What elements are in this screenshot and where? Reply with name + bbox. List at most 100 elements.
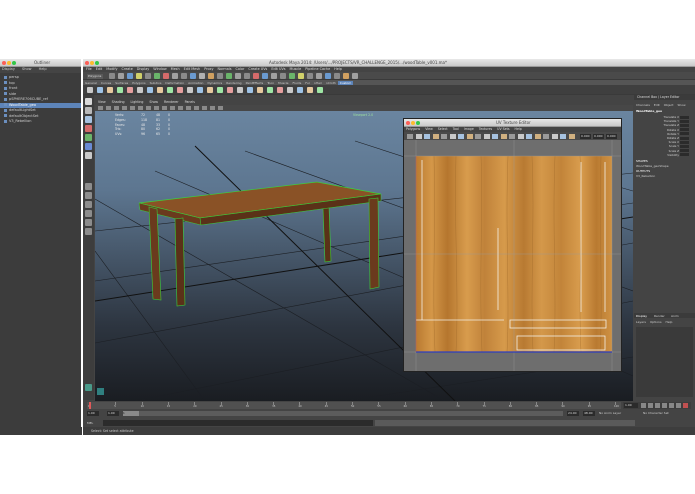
main-menu-edit-uvs[interactable]: Edit UVs	[271, 67, 285, 71]
main-menu-edit[interactable]: Edit	[96, 67, 103, 71]
resolution-gate-icon[interactable]	[146, 106, 151, 110]
separate-icon[interactable]	[207, 87, 213, 93]
vertex-mask-icon[interactable]	[298, 73, 304, 79]
hypershade-layout-icon[interactable]	[85, 228, 92, 235]
uv-editor-title-bar[interactable]: UV Texture Editor	[404, 119, 621, 127]
outliner-item-side[interactable]: side	[0, 92, 81, 97]
channel-attr-value-field[interactable]	[680, 123, 689, 127]
zoom-window-button[interactable]	[95, 61, 99, 65]
main-menu-mesh[interactable]: Mesh	[171, 67, 180, 71]
channel-attr-value-field[interactable]	[680, 115, 689, 119]
uv-menu-uv-sets[interactable]: UV Sets	[497, 127, 509, 131]
grid-uv-icon[interactable]	[517, 133, 524, 139]
scale-tool-icon[interactable]	[85, 143, 92, 150]
channel-attr-visibility[interactable]: Visibility	[634, 153, 691, 157]
unfold-icon[interactable]	[500, 133, 507, 139]
flip-u-icon[interactable]	[441, 133, 447, 139]
history-icon[interactable]	[217, 73, 223, 79]
wood-table-model[interactable]	[138, 181, 382, 307]
sidebar-toggle-icon[interactable]	[334, 73, 340, 79]
isolate-select-icon[interactable]	[210, 106, 215, 110]
viewport-menu-renderer[interactable]: Renderer	[164, 100, 179, 104]
main-menu-create-uvs[interactable]: Create UVs	[248, 67, 267, 71]
layer-tab-display[interactable]: Display	[636, 314, 647, 318]
camera-select-icon[interactable]	[98, 106, 103, 110]
outliner-item-psphere706cube-ref[interactable]: pSPHERE706CUBE_ref	[0, 97, 81, 102]
uv-menu-textures[interactable]: Textures	[479, 127, 492, 131]
uv-layout[interactable]	[404, 140, 621, 371]
render-settings-icon[interactable]	[244, 73, 250, 79]
viewport-menu-show[interactable]: Show	[149, 100, 158, 104]
edge-mask-icon[interactable]	[307, 73, 313, 79]
four-pane-layout-icon[interactable]	[85, 192, 92, 199]
channel-attr-value-field[interactable]	[680, 149, 689, 153]
mirror-icon[interactable]	[227, 87, 233, 93]
viewport-menu-lighting[interactable]: Lighting	[131, 100, 144, 104]
center-pivot-icon[interactable]	[297, 87, 303, 93]
main-menu-create[interactable]: Create	[122, 67, 133, 71]
render-icon[interactable]	[226, 73, 232, 79]
mel-command-input[interactable]	[103, 420, 373, 426]
hud-toggle-icon[interactable]	[218, 106, 223, 110]
merge-icon[interactable]	[157, 87, 163, 93]
auto-key-icon[interactable]	[683, 403, 688, 408]
go-to-end-icon[interactable]	[676, 403, 681, 408]
channel-attr-value-field[interactable]	[680, 128, 689, 132]
uv-select-icon[interactable]	[407, 133, 413, 139]
redo-icon[interactable]	[145, 73, 151, 79]
hypershade-icon[interactable]	[253, 73, 259, 79]
step-forward-icon[interactable]	[669, 403, 674, 408]
channel-attr-value-field[interactable]	[680, 140, 689, 144]
uv-menu-view[interactable]: View	[425, 127, 433, 131]
zoom-window-button[interactable]	[12, 61, 16, 65]
textured-icon[interactable]	[178, 106, 183, 110]
undo-icon[interactable]	[136, 73, 142, 79]
channel-menu-object[interactable]: Object	[664, 103, 674, 107]
main-menu-muscle[interactable]: Muscle	[290, 67, 302, 71]
minimize-window-button[interactable]	[411, 121, 415, 125]
tool-settings-icon[interactable]	[352, 73, 358, 79]
uv-planar-icon[interactable]	[237, 87, 243, 93]
command-language-label[interactable]: MEL	[87, 421, 93, 425]
playback-end-field[interactable]: 24.00	[567, 411, 579, 416]
snap-curve-icon[interactable]	[190, 73, 196, 79]
main-menu-pipeline-cache[interactable]: Pipeline Cache	[305, 67, 330, 71]
maya-title-bar[interactable]: Autodesk Maya 2014: /Users/.../PROJECTS/…	[83, 59, 695, 67]
uv-menu-polygons[interactable]: Polygons	[406, 127, 420, 131]
sphere-icon[interactable]	[97, 87, 103, 93]
save-scene-icon[interactable]	[127, 73, 133, 79]
uv-menu-tool[interactable]: Tool	[453, 127, 459, 131]
main-menu-modify[interactable]: Modify	[106, 67, 117, 71]
open-scene-icon[interactable]	[118, 73, 124, 79]
bevel-icon[interactable]	[137, 87, 143, 93]
align-v-icon[interactable]	[534, 133, 541, 139]
shadows-icon[interactable]	[194, 106, 199, 110]
new-scene-icon[interactable]	[109, 73, 115, 79]
insert-edge-loop-icon[interactable]	[177, 87, 183, 93]
select-hierarchy-icon[interactable]	[154, 73, 160, 79]
uv-scale-icon[interactable]	[432, 133, 439, 139]
checker-icon[interactable]	[551, 133, 558, 139]
outliner-title-bar[interactable]: Outliner	[0, 59, 81, 67]
flip-v-icon[interactable]	[449, 133, 456, 139]
close-window-button[interactable]	[2, 61, 6, 65]
lasso-tool-icon[interactable]	[85, 107, 92, 114]
viewport-menu-panels[interactable]: Panels	[185, 100, 195, 104]
outliner-item-persp[interactable]: persp	[0, 75, 81, 80]
rotate-tool-icon[interactable]	[85, 134, 92, 141]
film-gate-icon[interactable]	[138, 106, 143, 110]
face-mask-icon[interactable]	[316, 73, 322, 79]
uv-auto-icon[interactable]	[257, 87, 263, 93]
rotate-ccw-icon[interactable]	[458, 133, 464, 139]
snap-grid-icon[interactable]	[181, 73, 187, 79]
single-pane-layout-icon[interactable]	[85, 183, 92, 190]
go-to-start-icon[interactable]	[641, 403, 646, 408]
rotate-cw-icon[interactable]	[466, 133, 473, 139]
channel-attr-value-field[interactable]	[680, 144, 689, 148]
minimize-window-button[interactable]	[7, 61, 11, 65]
play-forward-icon[interactable]	[662, 403, 667, 408]
channel-attr-value-field[interactable]	[680, 119, 689, 123]
close-window-button[interactable]	[406, 121, 410, 125]
channel-menu-channels[interactable]: Channels	[636, 103, 650, 107]
lock-icon[interactable]	[280, 73, 286, 79]
